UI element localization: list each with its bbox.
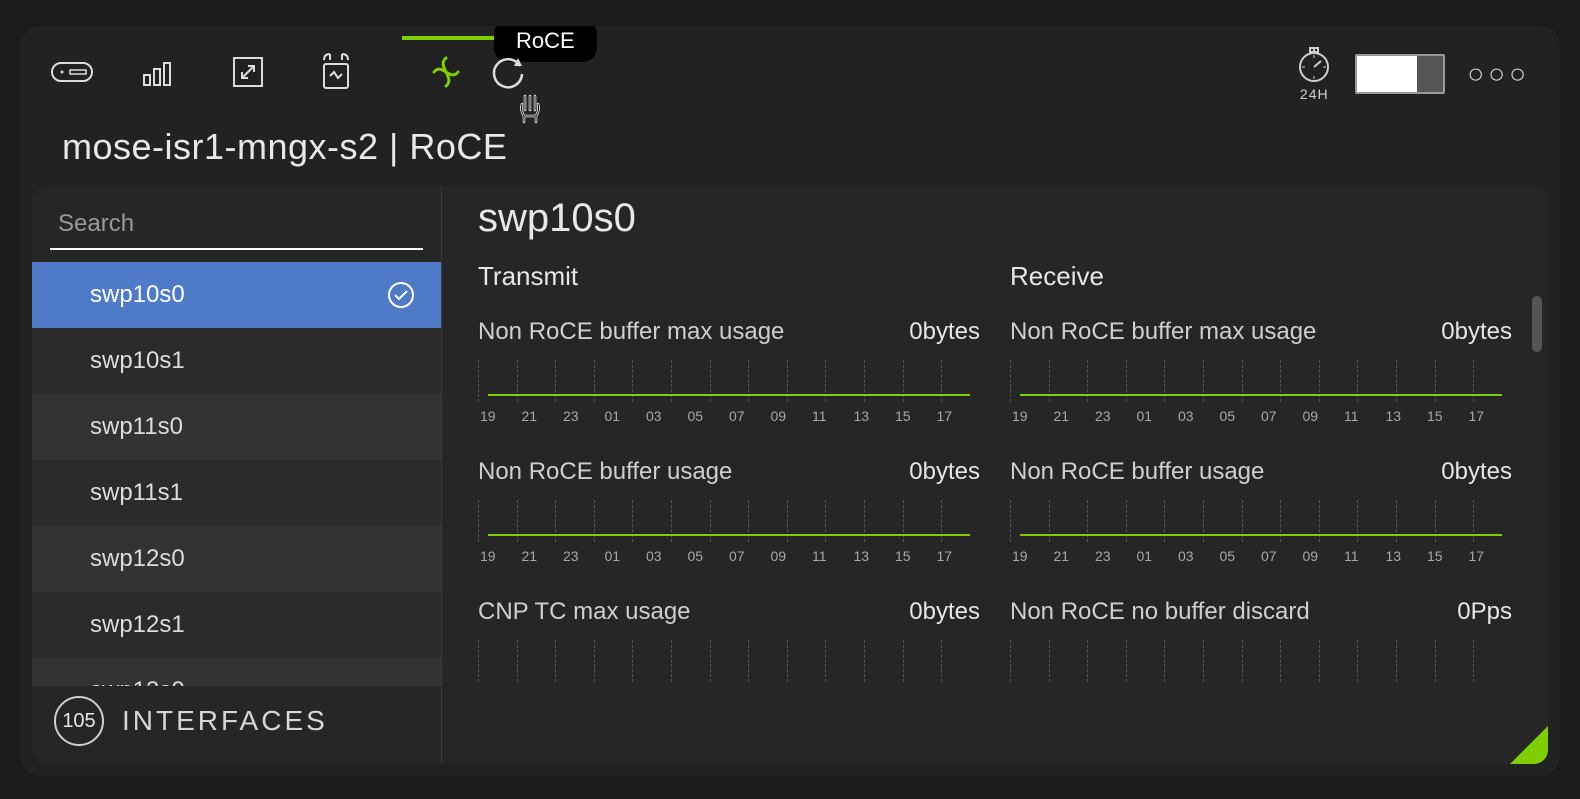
metric-value: 0bytes [909, 318, 980, 346]
interface-row[interactable]: swp10s1 [32, 328, 441, 394]
metric-name: CNP TC max usage [478, 598, 691, 626]
metric-block: Non RoCE buffer usage 0bytes 1921230103050… [1010, 458, 1512, 564]
sparkline-chart [478, 360, 980, 402]
metric-block: Non RoCE no buffer discard 0Pps [1010, 598, 1512, 682]
sparkline-xaxis: 192123010305070911131517 [1010, 548, 1512, 564]
interface-row[interactable]: swp10s0 [32, 262, 441, 328]
sparkline-chart [478, 500, 980, 542]
metric-value: 0Pps [1457, 598, 1512, 626]
interface-sidebar: Search swp10s0swp10s1swp11s0swp11s1swp12… [32, 186, 442, 764]
metric-value: 0bytes [1441, 318, 1512, 346]
interface-count-badge: 105 [54, 696, 104, 746]
sparkline-chart [1010, 500, 1512, 542]
sparkline-chart [478, 640, 980, 682]
metric-name: Non RoCE buffer max usage [1010, 318, 1316, 346]
metric-name: Non RoCE buffer usage [1010, 458, 1264, 486]
detail-panel: swp10s0 Transmit Non RoCE buffer max usa… [442, 186, 1548, 764]
sparkline-chart [1010, 360, 1512, 402]
metric-block: CNP TC max usage 0bytes [478, 598, 980, 682]
interface-row[interactable]: swp12s1 [32, 592, 441, 658]
metric-block: Non RoCE buffer max usage 0bytes 192123010… [1010, 318, 1512, 424]
view-toggle[interactable] [1355, 54, 1445, 94]
check-icon [387, 281, 415, 309]
interface-row[interactable]: swp11s0 [32, 394, 441, 460]
receive-heading: Receive [1010, 261, 1512, 292]
sparkline-xaxis: 192123010305070911131517 [478, 548, 980, 564]
metric-block: Non RoCE buffer usage 0bytes 1921230103050… [478, 458, 980, 564]
metric-name: Non RoCE buffer max usage [478, 318, 784, 346]
interface-row[interactable]: swp11s1 [32, 460, 441, 526]
interface-title: swp10s0 [478, 196, 1512, 241]
metric-name: Non RoCE buffer usage [478, 458, 732, 486]
refresh-icon[interactable] [486, 50, 530, 94]
metric-value: 0bytes [909, 598, 980, 626]
metric-value: 0bytes [909, 458, 980, 486]
sparkline-xaxis: 192123010305070911131517 [1010, 408, 1512, 424]
sparkline-xaxis: 192123010305070911131517 [478, 408, 980, 424]
time-range-24h[interactable]: 24H [1295, 46, 1333, 102]
sparkline-chart [1010, 640, 1512, 682]
optics-icon[interactable] [314, 50, 358, 94]
detail-scrollbar[interactable] [1532, 296, 1542, 352]
metric-block: Non RoCE buffer max usage 0bytes 192123010… [478, 318, 980, 424]
metric-name: Non RoCE no buffer discard [1010, 598, 1310, 626]
roce-icon[interactable] [424, 50, 468, 94]
search-input[interactable]: Search [50, 204, 423, 250]
expand-icon[interactable] [226, 50, 270, 94]
device-icon[interactable] [50, 50, 94, 94]
stopwatch-icon [1295, 46, 1333, 84]
stats-icon[interactable] [138, 50, 182, 94]
transmit-heading: Transmit [478, 261, 980, 292]
interface-row[interactable]: swp12s0 [32, 526, 441, 592]
more-menu-icon[interactable]: ○○○ [1467, 58, 1530, 90]
interface-footer-label: INTERFACES [122, 705, 328, 737]
time-range-label: 24H [1300, 86, 1329, 102]
interface-list: swp10s0swp10s1swp11s0swp11s1swp12s0swp12… [32, 262, 441, 686]
page-title: mose-isr1-mngx-s2 | RoCE [62, 126, 507, 168]
app-card: RoCE [20, 26, 1560, 776]
metric-value: 0bytes [1441, 458, 1512, 486]
interface-row[interactable]: swp13s0 [32, 658, 441, 686]
resize-corner-icon[interactable] [1510, 726, 1548, 764]
